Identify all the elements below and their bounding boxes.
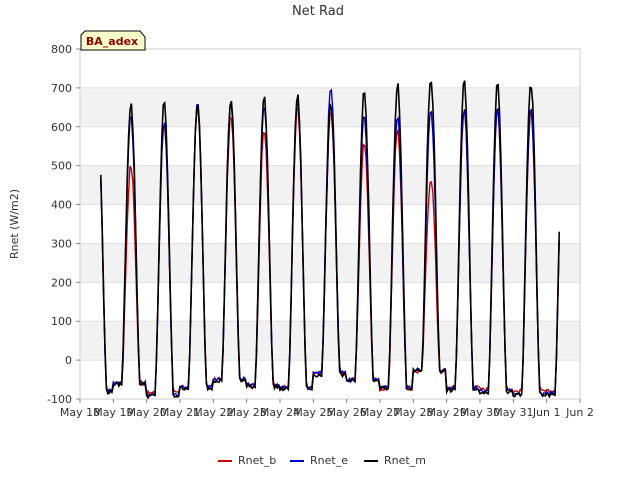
grid-band bbox=[80, 165, 580, 205]
net-rad-chart: -1000100200300400500600700800 May 18May … bbox=[0, 0, 640, 480]
y-axis-label: Rnet (W/m2) bbox=[8, 189, 21, 259]
y-tick-label: 600 bbox=[51, 121, 72, 134]
legend: Rnet_b Rnet_e Rnet_m bbox=[218, 454, 426, 467]
y-tick-label: 300 bbox=[51, 237, 72, 250]
legend-label: Rnet_e bbox=[310, 454, 348, 467]
badge-label: BA_adex bbox=[86, 35, 138, 48]
chart-title: Net Rad bbox=[292, 4, 344, 19]
y-tick-label: 100 bbox=[51, 315, 72, 328]
y-tick-label: 0 bbox=[65, 354, 72, 367]
y-tick-label: 400 bbox=[51, 199, 72, 212]
y-tick-label: -100 bbox=[47, 393, 72, 406]
x-tick-label: Jun 1 bbox=[532, 406, 561, 419]
legend-label: Rnet_m bbox=[384, 454, 426, 467]
y-tick-label: 800 bbox=[51, 43, 72, 56]
y-tick-label: 700 bbox=[51, 82, 72, 95]
y-tick-label: 200 bbox=[51, 276, 72, 289]
x-tick-label: Jun 2 bbox=[565, 406, 594, 419]
badge: BA_adex bbox=[80, 30, 146, 51]
legend-label: Rnet_b bbox=[238, 454, 276, 467]
grid-band bbox=[80, 243, 580, 283]
x-tick-label: May 31 bbox=[493, 406, 533, 419]
y-tick-label: 500 bbox=[51, 160, 72, 173]
